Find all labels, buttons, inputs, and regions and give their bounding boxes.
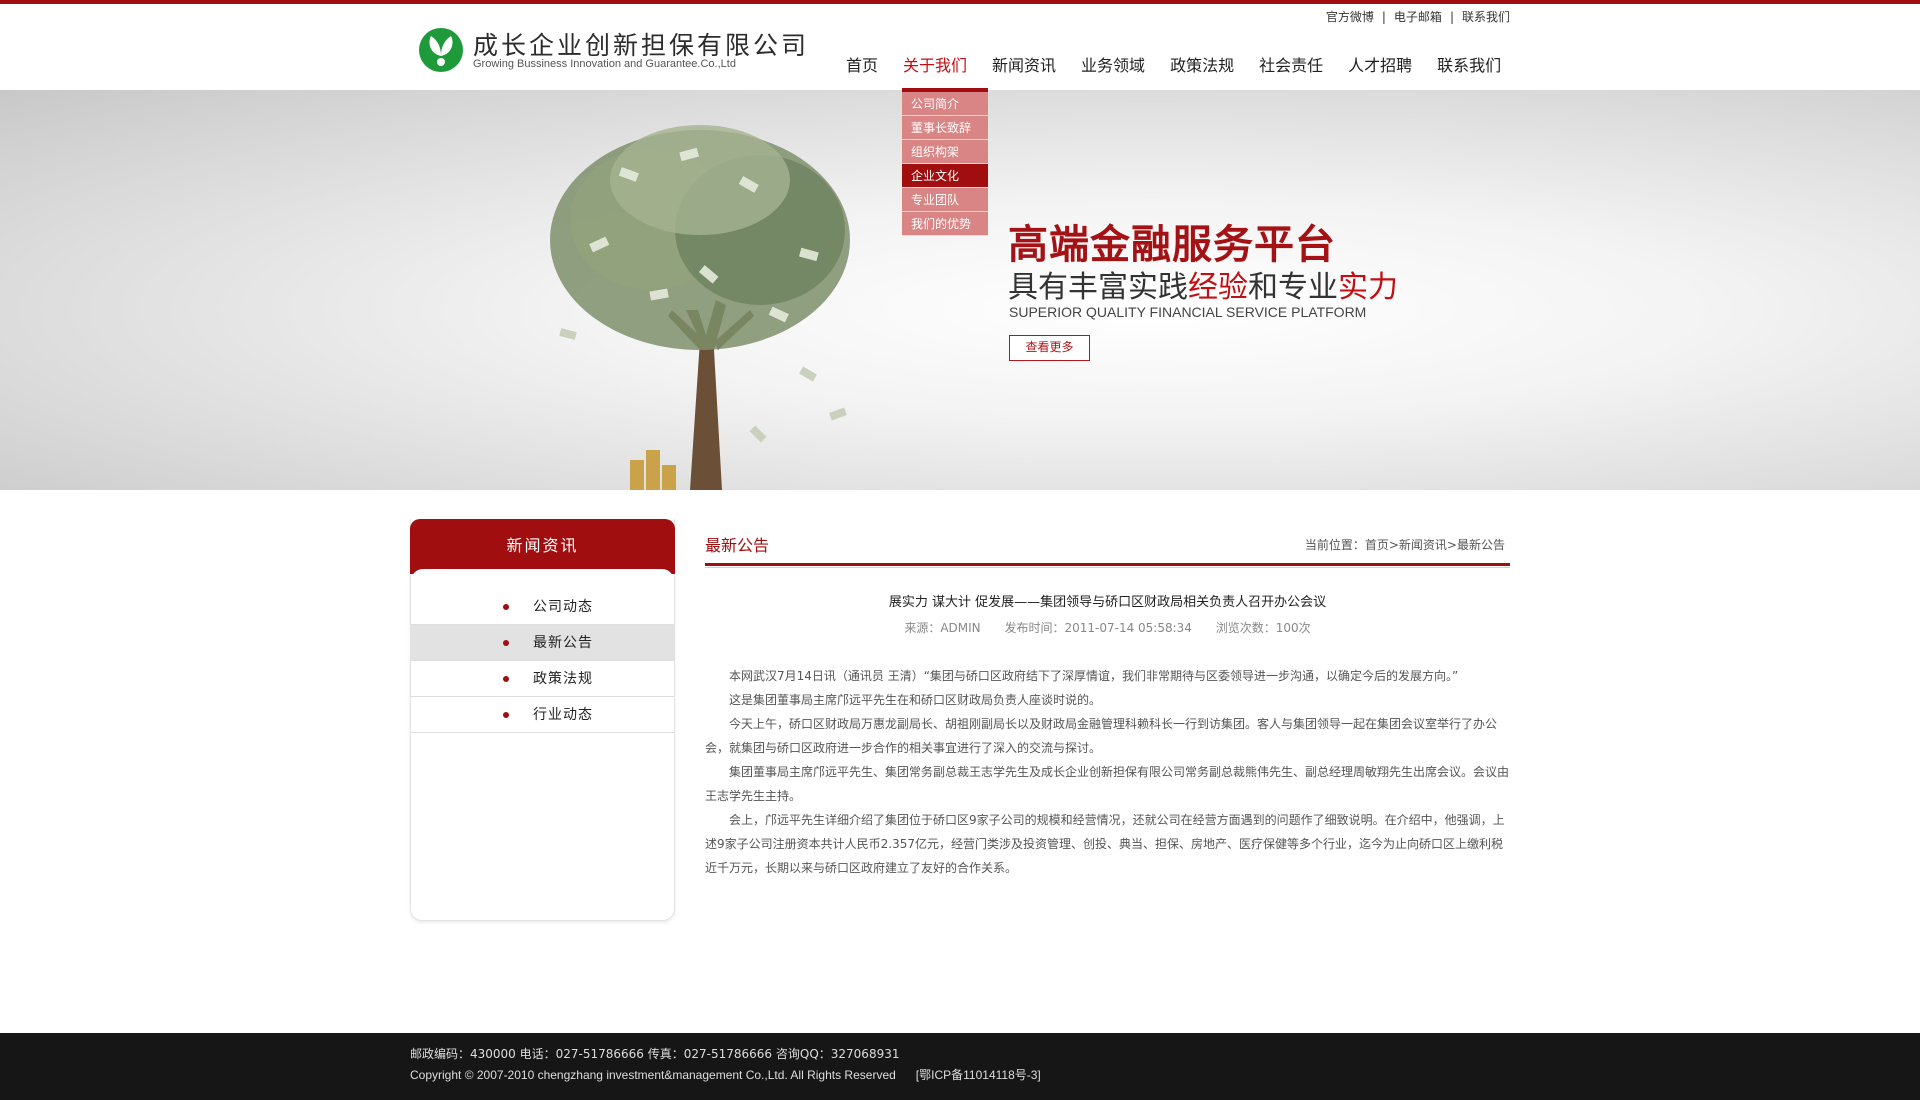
sidebar-item-label: 政策法规: [533, 671, 593, 687]
banner-sub-part1: 具有丰富实践: [1008, 270, 1188, 305]
section-divider: [705, 563, 1510, 566]
nav-about[interactable]: 关于我们: [903, 52, 967, 80]
money-tree-illustration: [550, 125, 850, 490]
email-link[interactable]: 电子邮箱: [1394, 10, 1442, 24]
view-more-button[interactable]: 查看更多: [1009, 335, 1090, 361]
sidebar-item-label: 行业动态: [533, 707, 593, 723]
news-sidebar: 新闻资讯 公司动态 最新公告 政策法规 行业动态: [410, 519, 675, 921]
site-logo[interactable]: 成长企业创新担保有限公司 Growing Bussiness Innovatio…: [413, 22, 806, 78]
footer-contact-info: 邮政编码：430000 电话：027-51786666 传真：027-51786…: [410, 1047, 900, 1061]
article-body: 本网武汉7月14日讯（通讯员 王清）“集团与硚口区政府结下了深厚情谊，我们非常期…: [705, 664, 1510, 880]
dropdown-item-structure[interactable]: 组织构架: [902, 140, 988, 164]
bullet-dot-icon: [503, 640, 509, 646]
article-title: 展实力 谋大计 促发展——集团领导与硚口区财政局相关负责人召开办公会议: [888, 595, 1327, 610]
footer-copyright: Copyright © 2007-2010 chengzhang investm…: [410, 1068, 896, 1082]
banner-sub-highlight1: 经验: [1188, 270, 1248, 305]
article-paragraph: 这是集团董事局主席邝远平先生在和硚口区财政局负责人座谈时说的。: [729, 693, 1102, 707]
sidebar-item-label: 公司动态: [533, 599, 593, 615]
logo-chinese-name: 成长企业创新担保有限公司: [473, 31, 810, 60]
contact-link[interactable]: 联系我们: [1462, 10, 1510, 24]
sidebar-title: 新闻资讯: [410, 519, 675, 574]
footer-copyright-line: Copyright © 2007-2010 chengzhang investm…: [410, 1066, 1041, 1083]
sidebar-item-company-news[interactable]: 公司动态: [411, 589, 674, 625]
sidebar-header-curve: [411, 569, 674, 583]
article-paragraph: 集团董事局主席邝远平先生、集团常务副总裁王志学先生及成长企业创新担保有限公司常务…: [705, 765, 1510, 803]
separator: |: [1449, 10, 1454, 24]
nav-business[interactable]: 业务领域: [1081, 52, 1145, 80]
section-title: 最新公告: [705, 536, 770, 555]
dropdown-item-culture[interactable]: 企业文化: [902, 164, 988, 188]
bullet-dot-icon: [503, 712, 509, 718]
section-divider-shadow: [705, 567, 1510, 568]
banner-sub-part2: 和专业: [1248, 270, 1338, 305]
footer-icp-link[interactable]: [鄂ICP备11014118号-3]: [916, 1068, 1041, 1082]
bullet-dot-icon: [503, 604, 509, 610]
logo-leaf-icon: [419, 28, 463, 72]
logo-english-name: Growing Bussiness Innovation and Guarant…: [473, 58, 736, 70]
article-source: 来源：ADMIN: [904, 621, 981, 635]
site-header: 成长企业创新担保有限公司 Growing Bussiness Innovatio…: [0, 4, 1920, 90]
weibo-link[interactable]: 官方微博: [1326, 10, 1374, 24]
article-paragraph: 会上，邝远平先生详细介绍了集团位于硚口区9家子公司的规模和经营情况，还就公司在经…: [705, 813, 1505, 875]
article-views: 浏览次数：100次: [1215, 621, 1311, 635]
dropdown-item-chairman[interactable]: 董事长致辞: [902, 116, 988, 140]
nav-home[interactable]: 首页: [846, 52, 878, 80]
sidebar-item-industry[interactable]: 行业动态: [411, 697, 674, 733]
banner-english-tagline: SUPERIOR QUALITY FINANCIAL SERVICE PLATF…: [1009, 304, 1367, 320]
about-dropdown-menu: 公司简介 董事长致辞 组织构架 企业文化 专业团队 我们的优势: [902, 88, 988, 236]
site-footer: 邮政编码：430000 电话：027-51786666 传真：027-51786…: [0, 1033, 1920, 1100]
top-utility-links: 官方微博 | 电子邮箱 | 联系我们: [1326, 8, 1510, 25]
dropdown-item-team[interactable]: 专业团队: [902, 188, 988, 212]
dropdown-item-profile[interactable]: 公司简介: [902, 92, 988, 116]
sidebar-item-announcements[interactable]: 最新公告: [411, 625, 674, 661]
article-date: 发布时间：2011-07-14 05:58:34: [1004, 621, 1192, 635]
banner-sub-highlight2: 实力: [1338, 270, 1398, 305]
sidebar-list: 公司动态 最新公告 政策法规 行业动态: [411, 589, 674, 733]
nav-careers[interactable]: 人才招聘: [1348, 52, 1412, 80]
dropdown-item-advantages[interactable]: 我们的优势: [902, 212, 988, 236]
breadcrumb[interactable]: 当前位置：首页>新闻资讯>最新公告: [1305, 536, 1505, 553]
nav-contact[interactable]: 联系我们: [1437, 52, 1501, 80]
nav-policy[interactable]: 政策法规: [1170, 52, 1234, 80]
bullet-dot-icon: [503, 676, 509, 682]
banner-subheadline: 具有丰富实践经验和专业实力: [1008, 262, 1398, 306]
sidebar-item-label: 最新公告: [533, 635, 593, 651]
nav-social[interactable]: 社会责任: [1259, 52, 1323, 80]
separator: |: [1381, 10, 1386, 24]
article-paragraph: 今天上午，硚口区财政局万惠龙副局长、胡祖刚副局长以及财政局金融管理科赖科长一行到…: [705, 717, 1498, 755]
article-paragraph: 本网武汉7月14日讯（通讯员 王清）“集团与硚口区政府结下了深厚情谊，我们非常期…: [729, 669, 1459, 683]
nav-news[interactable]: 新闻资讯: [992, 52, 1056, 80]
article-meta: 来源：ADMIN 发布时间：2011-07-14 05:58:34 浏览次数：1…: [705, 619, 1510, 636]
sidebar-item-policy[interactable]: 政策法规: [411, 661, 674, 697]
main-nav: 首页 关于我们 新闻资讯 业务领域 政策法规 社会责任 人才招聘 联系我们: [846, 52, 1501, 80]
